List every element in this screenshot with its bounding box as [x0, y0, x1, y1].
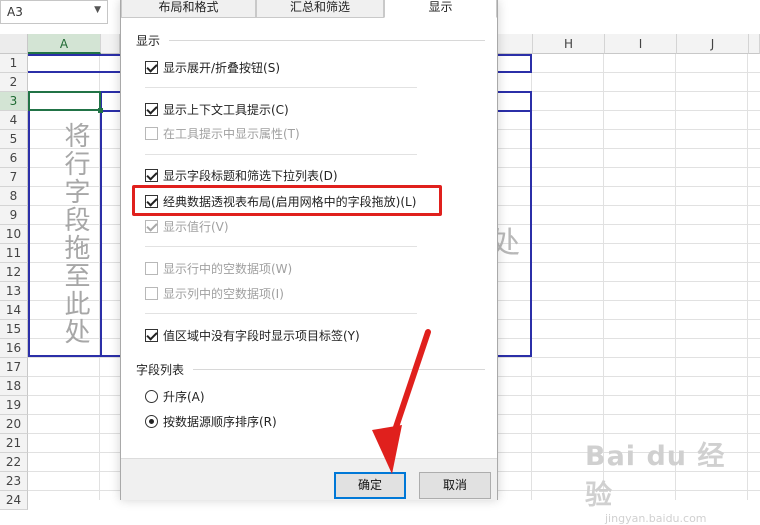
- column-header-a[interactable]: A: [28, 34, 101, 54]
- row-header[interactable]: 3: [0, 92, 28, 111]
- column-header-b[interactable]: [101, 34, 120, 54]
- radio-icon[interactable]: [145, 389, 158, 403]
- row-header[interactable]: 15: [0, 320, 28, 339]
- option-label: 值区域中没有字段时显示项目标签(Y): [163, 328, 360, 343]
- watermark-logo: Bai du 经验: [585, 441, 726, 511]
- option-show-empty-columns[interactable]: 显示列中的空数据项(I): [145, 284, 284, 302]
- checkbox-icon[interactable]: [145, 219, 158, 233]
- tab-layout-format[interactable]: 布局和格式: [121, 0, 256, 18]
- watermark: Bai du 经验 jingyan.baidu.com: [585, 434, 745, 525]
- column-header-j[interactable]: J: [677, 34, 749, 54]
- column-header-h[interactable]: H: [533, 34, 605, 54]
- checkbox-icon[interactable]: [145, 261, 158, 275]
- column-header-i[interactable]: I: [605, 34, 677, 54]
- pivot-options-dialog: 布局和格式 汇总和筛选 显示 显示 显示展开/折叠按钮(S) 显示上下文工具提示…: [120, 0, 498, 500]
- option-sort-data-source[interactable]: 按数据源顺序排序(R): [145, 412, 277, 430]
- row-field-drop-hint: 将行字段拖至此处: [60, 122, 90, 346]
- row-header[interactable]: 8: [0, 187, 28, 206]
- name-box-value: A3: [7, 5, 23, 19]
- section-divider: [193, 369, 485, 370]
- checkbox-icon[interactable]: [145, 126, 158, 140]
- option-show-empty-rows[interactable]: 显示行中的空数据项(W): [145, 259, 292, 277]
- option-show-values-row[interactable]: 显示值行(V): [145, 217, 229, 235]
- option-label: 显示列中的空数据项(I): [163, 286, 284, 301]
- option-label: 显示值行(V): [163, 219, 229, 234]
- option-show-expand-collapse[interactable]: 显示展开/折叠按钮(S): [145, 58, 280, 76]
- row-header[interactable]: 19: [0, 396, 28, 415]
- watermark-url: jingyan.baidu.com: [605, 512, 707, 525]
- option-label: 按数据源顺序排序(R): [163, 414, 277, 429]
- option-label: 显示上下文工具提示(C): [163, 102, 289, 117]
- name-box[interactable]: A3 ▼: [0, 0, 108, 24]
- column-header-k[interactable]: [749, 34, 760, 54]
- row-header[interactable]: 7: [0, 168, 28, 187]
- row-header[interactable]: 24: [0, 491, 28, 510]
- option-sort-ascending[interactable]: 升序(A): [145, 387, 205, 405]
- row-header[interactable]: 5: [0, 130, 28, 149]
- row-header[interactable]: 20: [0, 415, 28, 434]
- tab-display[interactable]: 显示: [384, 0, 497, 18]
- row-header[interactable]: 18: [0, 377, 28, 396]
- option-label: 显示展开/折叠按钮(S): [163, 60, 281, 75]
- radio-icon[interactable]: [145, 414, 158, 428]
- annotation-highlight-box: [132, 185, 442, 216]
- option-show-field-captions[interactable]: 显示字段标题和筛选下拉列表(D): [145, 166, 338, 184]
- option-show-context-tooltips[interactable]: 显示上下文工具提示(C): [145, 100, 289, 118]
- dialog-footer: 确定 取消: [121, 458, 497, 500]
- checkbox-icon[interactable]: [145, 168, 158, 182]
- row-header[interactable]: 6: [0, 149, 28, 168]
- selected-cell-a3[interactable]: [28, 91, 103, 113]
- pivot-outline-left: [28, 110, 30, 357]
- option-label: 显示行中的空数据项(W): [163, 261, 293, 276]
- pivot-outline-right: [530, 91, 532, 357]
- row-header[interactable]: 16: [0, 339, 28, 358]
- pivot-outline-row-divider: [100, 91, 102, 357]
- group-separator: [145, 313, 417, 314]
- cancel-button[interactable]: 取消: [419, 472, 491, 499]
- row-header[interactable]: 14: [0, 301, 28, 320]
- row-header[interactable]: 12: [0, 263, 28, 282]
- row-header[interactable]: 10: [0, 225, 28, 244]
- row-header[interactable]: 4: [0, 111, 28, 130]
- column-header-g[interactable]: [498, 34, 533, 54]
- dialog-tabs: 布局和格式 汇总和筛选 显示: [121, 0, 497, 18]
- row-header[interactable]: 13: [0, 282, 28, 301]
- ok-button[interactable]: 确定: [334, 472, 406, 499]
- group-separator: [145, 246, 417, 247]
- checkbox-icon[interactable]: [145, 286, 158, 300]
- row-header[interactable]: 23: [0, 472, 28, 491]
- checkbox-icon[interactable]: [145, 60, 158, 74]
- option-show-properties-tooltips[interactable]: 在工具提示中显示属性(T): [145, 124, 300, 142]
- select-all-corner[interactable]: [0, 34, 28, 54]
- section-divider: [169, 40, 485, 41]
- checkbox-icon[interactable]: [145, 102, 158, 116]
- row-header[interactable]: 9: [0, 206, 28, 225]
- row-header[interactable]: 2: [0, 73, 28, 92]
- row-header[interactable]: 11: [0, 244, 28, 263]
- checkbox-icon[interactable]: [145, 328, 158, 342]
- section-title-field-list: 字段列表: [136, 363, 185, 377]
- group-separator: [145, 87, 417, 88]
- chevron-down-icon[interactable]: ▼: [94, 5, 101, 15]
- row-header[interactable]: 22: [0, 453, 28, 472]
- row-header[interactable]: 1: [0, 54, 28, 73]
- group-separator: [145, 154, 417, 155]
- row-header[interactable]: 21: [0, 434, 28, 453]
- section-title-display: 显示: [136, 34, 161, 48]
- tab-totals-filters[interactable]: 汇总和筛选: [256, 0, 384, 18]
- row-header[interactable]: 17: [0, 358, 28, 377]
- option-label: 显示字段标题和筛选下拉列表(D): [163, 168, 338, 183]
- option-label: 在工具提示中显示属性(T): [163, 126, 300, 141]
- option-show-item-labels[interactable]: 值区域中没有字段时显示项目标签(Y): [145, 326, 360, 344]
- option-label: 升序(A): [163, 389, 205, 404]
